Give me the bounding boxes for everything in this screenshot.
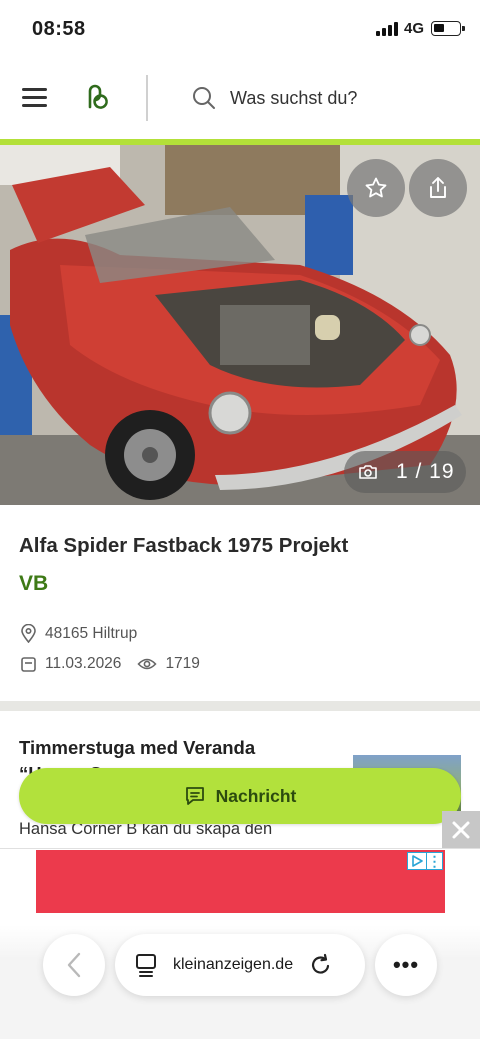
- app-header: Was suchst du?: [0, 58, 480, 140]
- browser-back-button[interactable]: [43, 934, 105, 996]
- listing-meta: 11.03.2026 1719: [20, 655, 200, 673]
- search-input[interactable]: Was suchst du?: [230, 88, 357, 109]
- page: 08:58 4G Was suchst du? 1 / 19 Alfa Spid…: [0, 0, 480, 1039]
- listing-price: VB: [19, 572, 49, 595]
- menu-icon[interactable]: [22, 88, 47, 108]
- chevron-left-icon: [67, 952, 81, 978]
- signal-icon: [376, 22, 398, 36]
- location-text: 48165 Hiltrup: [45, 624, 138, 642]
- photo-counter: 1 / 19: [344, 451, 466, 493]
- calendar-icon: [21, 656, 36, 672]
- close-icon: [452, 821, 470, 839]
- status-bar: 08:58 4G: [0, 0, 480, 58]
- status-time: 08:58: [32, 18, 86, 40]
- adchoices-badge[interactable]: ⋮: [407, 852, 443, 870]
- ad-close-button[interactable]: [442, 811, 480, 849]
- ad-banner[interactable]: ⋮: [36, 850, 445, 913]
- message-button[interactable]: Nachricht: [19, 768, 461, 824]
- reload-icon[interactable]: [309, 953, 333, 977]
- share-button[interactable]: [409, 159, 467, 217]
- favorite-button[interactable]: [347, 159, 405, 217]
- url-text[interactable]: kleinanzeigen.de: [173, 956, 293, 974]
- image-gallery[interactable]: 1 / 19: [0, 145, 480, 505]
- search-icon[interactable]: [192, 86, 216, 110]
- address-bar[interactable]: kleinanzeigen.de: [115, 934, 365, 996]
- photo-count: 1 / 19: [396, 460, 455, 483]
- header-divider: [146, 75, 148, 121]
- listing-title: Alfa Spider Fastback 1975 Projekt: [19, 534, 349, 557]
- browser-more-button[interactable]: •••: [375, 934, 437, 996]
- views-text: 1719: [165, 655, 200, 672]
- chat-icon: [185, 787, 204, 805]
- date-text: 11.03.2026: [45, 655, 122, 672]
- network-label: 4G: [404, 20, 425, 37]
- tabs-icon[interactable]: [135, 953, 157, 977]
- location-pin-icon: [21, 624, 36, 643]
- battery-icon: [431, 21, 465, 36]
- camera-icon: [359, 465, 377, 479]
- ad-separator: [0, 848, 480, 849]
- star-icon: [365, 177, 387, 198]
- ad-options-icon: ⋮: [427, 852, 443, 870]
- section-separator: [0, 701, 480, 711]
- logo-icon[interactable]: [86, 83, 112, 111]
- eye-icon: [137, 658, 158, 670]
- share-icon: [430, 177, 446, 198]
- message-button-label: Nachricht: [215, 785, 297, 806]
- views-counter: 1719: [137, 655, 200, 673]
- listing-location: 48165 Hiltrup: [20, 624, 137, 643]
- adchoices-icon: [412, 855, 423, 867]
